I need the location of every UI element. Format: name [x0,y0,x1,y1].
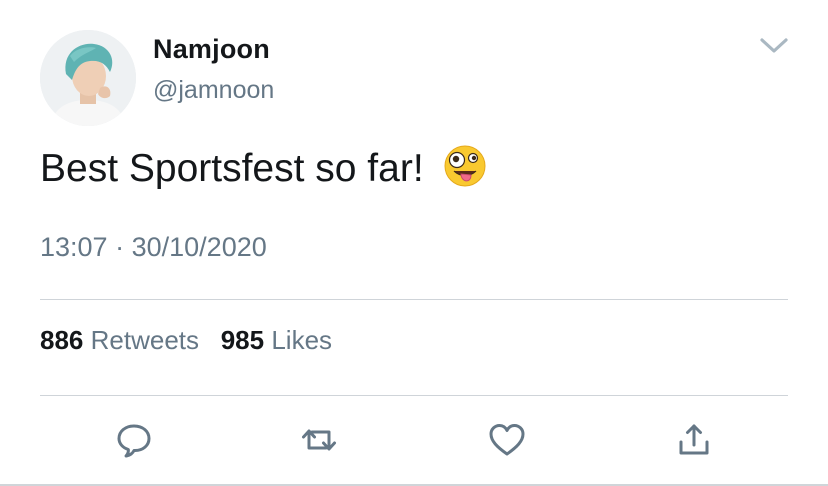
author-handle[interactable]: @jamnoon [153,76,274,105]
tweet-time: 13:07 [40,232,108,262]
chevron-down-icon[interactable] [756,30,792,60]
retweets-stat[interactable]: 886 Retweets [40,325,206,355]
like-button[interactable] [487,420,527,460]
retweets-label: Retweets [90,325,200,355]
heart-icon [489,424,525,456]
likes-label: Likes [271,325,333,355]
avatar[interactable] [40,30,136,126]
retweet-button[interactable] [299,420,339,460]
divider [40,299,788,300]
tweet-text: Best Sportsfest so far! [40,144,487,191]
share-upload-icon [679,424,709,455]
divider [40,395,788,396]
share-button[interactable] [674,420,714,460]
tweet-timestamp[interactable]: 13:07 · 30/10/2020 [40,232,267,263]
speech-bubble-icon [117,424,151,458]
likes-count: 985 [220,325,265,355]
meta-separator: · [115,232,125,262]
tweet-date: 30/10/2020 [131,232,267,262]
retweets-count: 886 [40,325,84,355]
author-name[interactable]: Namjoon [153,34,270,65]
tweet-body: Best Sportsfest so far! [40,147,424,190]
reply-button[interactable] [114,420,154,460]
tweet-stats: 886 Retweets 985 Likes [40,325,332,356]
retweet-arrows-icon [302,429,336,451]
profile-photo-icon [40,30,136,126]
likes-stat[interactable]: 985 Likes [221,325,332,355]
zany-face-emoji-icon [443,144,487,188]
